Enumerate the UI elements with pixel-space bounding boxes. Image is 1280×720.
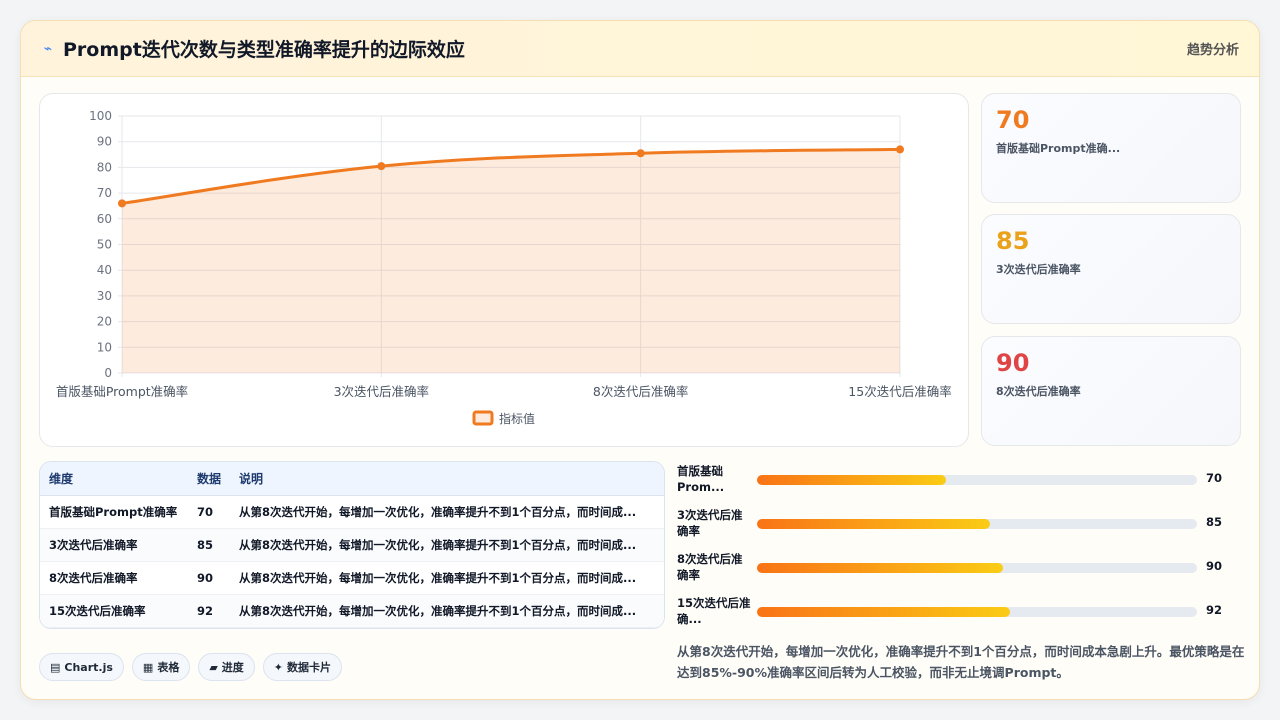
progress-row: 首版基础Prom... 70 [677,463,1247,503]
trend-analysis-label: 趋势分析 [1186,43,1239,58]
kpi-value: 90 [996,349,1030,377]
progress-fill [757,475,947,485]
x-tick-label: 首版基础Prompt准确率 [56,384,188,399]
progress-track [757,519,1197,529]
y-tick-label: 0 [104,366,112,380]
y-tick-label: 10 [97,340,112,354]
y-tick-label: 30 [97,289,112,303]
table-header-row: 维度 数据 说明 [40,462,664,496]
column-header: 维度 [40,462,188,496]
line-chart: 0 10 20 30 40 50 60 70 80 90 100 首版基础Prompt准确率 3次迭代后… [39,93,969,447]
column-header: 说明 [230,462,664,496]
table-row: 3次迭代后准确率 85 从第8次迭代开始，每增加一次优化，准确率提升不到1个百分… [40,528,664,562]
progress-row: 15次迭代后准确... 92 [677,595,1247,635]
progress-fill [757,607,1010,617]
data-point [118,199,126,208]
chart-svg: 0 10 20 30 40 50 60 70 80 90 100 首版基础Prompt准确率 3次迭代后… [56,109,952,426]
kpi-card-1: 70 首版基础Prompt准确... [981,93,1241,203]
progress-icon: ▰ [209,660,218,674]
table-cell: 85 [188,528,230,562]
progress-fill [757,519,991,529]
data-point [636,149,645,158]
kpi-label: 首版基础Prompt准确... [996,142,1121,155]
legend-swatch [472,410,494,426]
table-row: 15次迭代后准确率 92 从第8次迭代开始，每增加一次优化，准确率提升不到1个百… [40,594,664,628]
title-wrap: ⌁ Prompt迭代次数与类型准确率提升的边际效应 [41,35,465,62]
y-tick-label: 70 [97,186,112,200]
table-cell: 从第8次迭代开始，每增加一次优化，准确率提升不到1个百分点，而时间成... [230,495,664,529]
tag-data-card[interactable]: ✦ 数据卡片 [262,653,343,681]
y-tick-label: 80 [97,160,112,174]
progress-value: 92 [1206,603,1223,617]
progress-track [757,475,1197,485]
progress-value: 70 [1206,471,1223,485]
kpi-value: 85 [996,227,1030,255]
data-point [377,162,386,171]
y-tick-label: 20 [97,315,112,329]
tag-label: Chart.js [64,660,113,674]
progress-label: 3次迭代后准确率 [677,508,743,538]
progress-row: 8次迭代后准确率 90 [677,551,1247,591]
x-tick-label: 15次迭代后准确率 [848,384,951,399]
column-header: 数据 [188,462,230,496]
header: ⌁ Prompt迭代次数与类型准确率提升的边际效应 趋势分析 [21,21,1259,77]
table-cell: 92 [188,594,230,628]
x-tick-label: 3次迭代后准确率 [334,384,429,399]
progress-label: 15次迭代后准确... [677,596,751,626]
data-table: 维度 数据 说明 首版基础Prompt准确率 70 从第8次迭代开始，每增加一次… [39,461,665,629]
y-tick-label: 40 [97,263,112,277]
data-point [896,145,904,154]
kpi-value: 70 [996,106,1030,134]
table-cell: 90 [188,561,230,595]
table-cell: 15次迭代后准确率 [40,594,188,628]
progress-row: 3次迭代后准确率 85 [677,507,1247,547]
y-tick-label: 90 [97,135,112,149]
table-cell: 70 [188,495,230,529]
dashboard-card: ⌁ Prompt迭代次数与类型准确率提升的边际效应 趋势分析 0 10 20 30 40… [20,20,1260,700]
sparkle-icon: ✦ [273,660,284,674]
progress-label: 首版基础Prom... [677,464,725,494]
y-tick-label: 100 [89,109,112,123]
kpi-card-2: 85 3次迭代后准确率 [981,214,1241,324]
series-area [122,149,900,373]
kpi-label: 8次迭代后准确率 [996,385,1081,398]
progress-value: 90 [1206,559,1223,573]
chart-icon: ▤ [50,660,61,674]
table-cell: 8次迭代后准确率 [40,561,188,595]
table-cell: 首版基础Prompt准确率 [40,495,188,529]
y-tick-label: 60 [97,212,112,226]
tag-label: 进度 [221,661,244,674]
page-title: Prompt迭代次数与类型准确率提升的边际效应 [63,39,465,61]
progress-fill [757,563,1004,573]
tag-table[interactable]: ▦ 表格 [131,653,191,681]
trend-line-icon: ⌁ [43,40,53,57]
progress-track [757,607,1197,617]
legend-label: 指标值 [499,411,535,426]
progress-label: 8次迭代后准确率 [677,552,743,582]
table-cell: 从第8次迭代开始，每增加一次优化，准确率提升不到1个百分点，而时间成... [230,528,664,562]
table-row: 首版基础Prompt准确率 70 从第8次迭代开始，每增加一次优化，准确率提升不… [40,495,664,529]
table-cell: 从第8次迭代开始，每增加一次优化，准确率提升不到1个百分点，而时间成... [230,561,664,595]
x-tick-label: 8次迭代后准确率 [593,384,688,399]
tag-chartjs[interactable]: ▤ Chart.js [39,653,124,681]
kpi-label: 3次迭代后准确率 [996,263,1081,276]
summary-note: 从第8次迭代开始，每增加一次优化，准确率提升不到1个百分点，而时间成本急剧上升。… [677,644,1245,680]
progress-track [757,563,1197,573]
table-icon: ▦ [142,660,154,674]
table-cell: 3次迭代后准确率 [40,528,188,562]
tag-label: 表格 [157,661,180,674]
progress-value: 85 [1206,515,1223,529]
table-row: 8次迭代后准确率 90 从第8次迭代开始，每增加一次优化，准确率提升不到1个百分… [40,561,664,595]
kpi-card-3: 90 8次迭代后准确率 [981,336,1241,446]
table-cell: 从第8次迭代开始，每增加一次优化，准确率提升不到1个百分点，而时间成... [230,594,664,628]
tag-label: 数据卡片 [287,661,332,674]
tag-progress[interactable]: ▰ 进度 [198,653,255,681]
y-tick-label: 50 [97,238,112,252]
tech-tags: ▤ Chart.js ▦ 表格 ▰ 进度 ✦ 数据卡片 [39,653,343,681]
